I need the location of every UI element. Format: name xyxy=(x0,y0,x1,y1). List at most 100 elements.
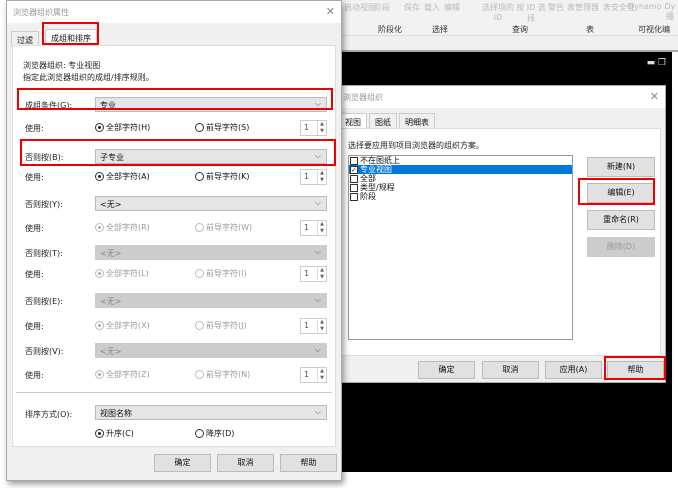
chevron-down-icon: ⌵ xyxy=(314,247,321,256)
checkbox[interactable] xyxy=(350,156,358,165)
browser-organization-properties-dialog: 浏览器组织属性 ✕ 过滤 成组和排序 浏览器组织: 专业视图 指定此浏览器组织的… xyxy=(6,0,342,481)
list-item[interactable]: 类型/规程 xyxy=(349,183,572,192)
list-item[interactable]: ✓ 专业视图 xyxy=(349,165,572,174)
help-button[interactable]: 帮助 xyxy=(280,454,337,472)
ok-button[interactable]: 确定 xyxy=(418,361,475,379)
checkbox[interactable] xyxy=(350,192,358,201)
group-by-label: 否则按(B): xyxy=(25,153,64,162)
character-count-stepper[interactable]: 1 ▲ ▼ xyxy=(300,169,327,185)
ribbon-item[interactable]: 警告 xyxy=(548,2,564,13)
chevron-down-icon: ⌵ xyxy=(314,198,321,207)
ascending-radio[interactable]: 升序(C) xyxy=(95,428,134,439)
ribbon-item[interactable]: 启动视图 xyxy=(344,2,376,13)
ribbon-group-label: 表 xyxy=(586,25,594,34)
leading-characters-radio[interactable]: 前导字符(K) xyxy=(195,171,250,182)
leading-characters-radio[interactable]: 前导字符(S) xyxy=(195,122,249,133)
ribbon-item[interactable]: 载入 xyxy=(424,2,440,13)
checkbox-checked[interactable]: ✓ xyxy=(350,165,358,174)
prompt-text: 选择要应用到项目浏览器的组织方案。 xyxy=(348,141,484,150)
ribbon-item[interactable]: 表管理器 xyxy=(566,2,600,13)
grouping-panel: 浏览器组织: 专业视图 指定此浏览器组织的成组/排序规则。 成组条件(G): 专… xyxy=(12,45,336,447)
descending-radio[interactable]: 降序(D) xyxy=(195,428,234,439)
checkbox[interactable] xyxy=(350,183,358,192)
list-item[interactable]: 不在图纸上 xyxy=(349,156,572,165)
character-count-stepper[interactable]: 1 ▲ ▼ xyxy=(300,367,327,383)
description-text: 指定此浏览器组织的成组/排序规则。 xyxy=(23,73,154,82)
group-by-dropdown[interactable]: 专业 ⌵ xyxy=(95,97,327,112)
group-by-dropdown[interactable]: <无> ⌵ xyxy=(95,343,327,358)
tab-schedules[interactable]: 明细表 xyxy=(399,113,435,128)
character-count-stepper[interactable]: 1 ▲ ▼ xyxy=(300,318,327,334)
new-button[interactable]: 新建(N) xyxy=(587,157,655,177)
apply-button[interactable]: 应用(A) xyxy=(545,361,602,379)
all-characters-radio[interactable]: 全部字符(H) xyxy=(95,122,150,133)
leading-characters-radio[interactable]: 前导字符(W) xyxy=(195,222,252,233)
stepper-arrows-icon[interactable]: ▲ ▼ xyxy=(317,221,326,235)
divider xyxy=(16,392,332,393)
group-by-label: 成组条件(G): xyxy=(25,101,73,110)
all-characters-radio[interactable]: 全部字符(A) xyxy=(95,171,150,182)
list-item[interactable]: 全部 xyxy=(349,174,572,183)
leading-characters-radio[interactable]: 前导字符(I) xyxy=(195,268,247,279)
group-by-dropdown[interactable]: <无> ⌵ xyxy=(95,196,327,211)
ok-button[interactable]: 确定 xyxy=(154,454,211,472)
ribbon-item[interactable]: 选择项的 ID xyxy=(480,2,516,22)
help-button[interactable]: 帮助 xyxy=(607,361,664,379)
all-characters-radio[interactable]: 全部字符(Z) xyxy=(95,369,150,380)
stepper-arrows-icon[interactable]: ▲ ▼ xyxy=(317,368,326,382)
close-icon[interactable]: ✕ xyxy=(326,5,335,18)
rename-button[interactable]: 重命名(R) xyxy=(587,210,655,230)
tab-filter[interactable]: 过滤 xyxy=(11,31,39,46)
leading-characters-radio[interactable]: 前导字符(N) xyxy=(195,369,250,380)
use-label: 使用: xyxy=(25,224,44,233)
window-controls-icon[interactable]: ▬ ❐ xyxy=(647,58,666,68)
checkbox[interactable] xyxy=(350,174,358,183)
close-icon[interactable]: ✕ xyxy=(650,90,659,103)
browser-organization-dialog: 浏览器组织 ✕ 视图 图纸 明细表 选择要应用到项目浏览器的组织方案。 不在图纸… xyxy=(336,85,666,383)
use-label: 使用: xyxy=(25,173,44,182)
ribbon-item[interactable]: Dynamo xyxy=(628,2,662,11)
ribbon-group-label: 可视化编 xyxy=(638,25,670,34)
group-by-label: 否则按(T): xyxy=(25,249,63,258)
ribbon-item[interactable]: 编辑 xyxy=(444,2,460,13)
use-label: 使用: xyxy=(25,270,44,279)
ribbon-item[interactable]: 阶段 xyxy=(374,2,390,13)
list-item[interactable]: 阶段 xyxy=(349,192,572,201)
ribbon-item[interactable]: Dy播 xyxy=(662,2,678,22)
all-characters-radio[interactable]: 全部字符(R) xyxy=(95,222,150,233)
stepper-arrows-icon[interactable]: ▲ ▼ xyxy=(317,170,326,184)
edit-button[interactable]: 编辑(E) xyxy=(587,183,655,203)
organization-list[interactable]: 不在图纸上 ✓ 专业视图 全部 类型/规程 阶段 xyxy=(348,155,573,340)
leading-characters-radio[interactable]: 前导字符(J) xyxy=(195,320,247,331)
group-by-dropdown[interactable]: <无> ⌵ xyxy=(95,245,327,260)
tab-grouping-sorting[interactable]: 成组和排序 xyxy=(45,29,97,46)
stepper-arrows-icon[interactable]: ▲ ▼ xyxy=(317,267,326,281)
group-by-label: 否则按(E): xyxy=(25,297,63,306)
tab-sheets[interactable]: 图纸 xyxy=(369,113,397,128)
delete-button[interactable]: 删除(D) xyxy=(587,237,655,257)
tab-views[interactable]: 视图 xyxy=(339,113,367,128)
stepper-arrows-icon[interactable]: ▲ ▼ xyxy=(317,121,326,135)
cancel-button[interactable]: 取消 xyxy=(217,454,274,472)
group-by-dropdown[interactable]: 子专业 ⌵ xyxy=(95,149,327,164)
character-count-stepper[interactable]: 1 ▲ ▼ xyxy=(300,220,327,236)
ribbon-group-label: 阶段化 xyxy=(378,25,402,34)
use-label: 使用: xyxy=(25,124,44,133)
group-by-dropdown[interactable]: <无> ⌵ xyxy=(95,293,327,308)
cancel-button[interactable]: 取消 xyxy=(482,361,539,379)
dialog-title: 浏览器组织 xyxy=(337,86,665,108)
ribbon-item[interactable]: 保存 xyxy=(404,2,420,13)
all-characters-radio[interactable]: 全部字符(X) xyxy=(95,320,150,331)
character-count-stepper[interactable]: 1 ▲ ▼ xyxy=(300,120,327,136)
chevron-down-icon: ⌵ xyxy=(314,407,321,416)
group-by-label: 否则按(Y): xyxy=(25,200,63,209)
character-count-stepper[interactable]: 1 ▲ ▼ xyxy=(300,266,327,282)
chevron-down-icon: ⌵ xyxy=(314,99,321,108)
sort-by-dropdown[interactable]: 视图名称 ⌵ xyxy=(95,405,327,420)
sort-label: 排序方式(O): xyxy=(25,410,73,419)
ribbon-item[interactable]: 按 ID 选择 xyxy=(516,2,546,24)
browser-org-name: 浏览器组织: 专业视图 xyxy=(23,61,101,70)
stepper-arrows-icon[interactable]: ▲ ▼ xyxy=(317,319,326,333)
ribbon-group-label: 选择 xyxy=(432,25,448,34)
all-characters-radio[interactable]: 全部字符(L) xyxy=(95,268,149,279)
